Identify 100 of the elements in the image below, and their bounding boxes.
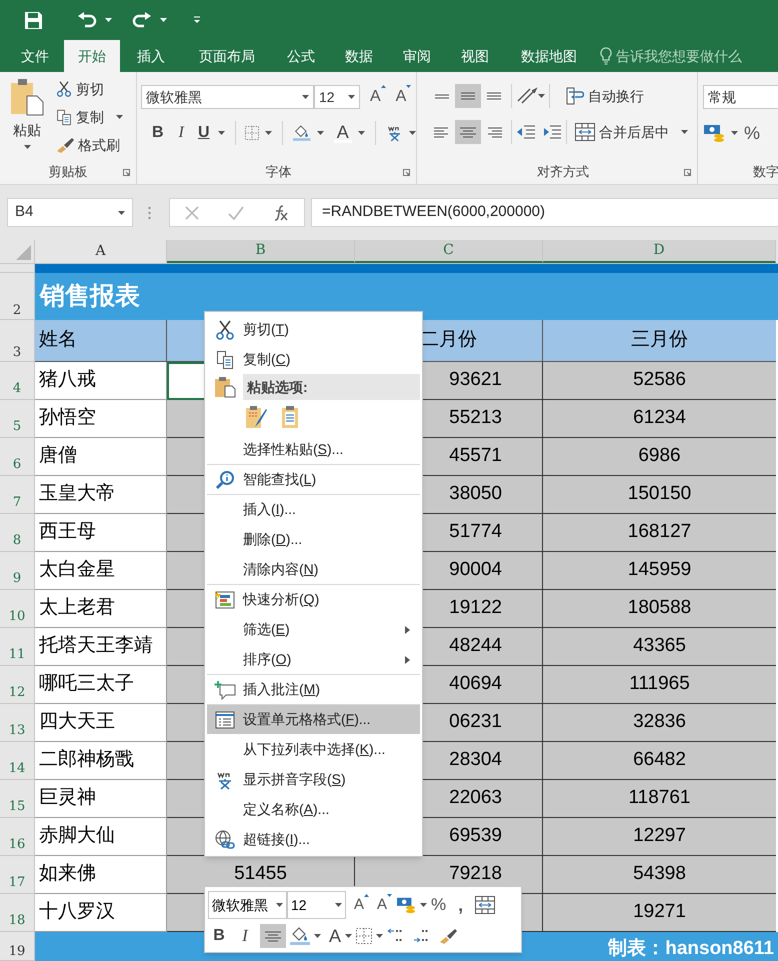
menu-item[interactable]: 智能查找(L) bbox=[207, 464, 420, 494]
italic-button[interactable]: I bbox=[172, 121, 190, 145]
decrease-font-size-button[interactable]: A bbox=[396, 85, 412, 109]
ribbon-tab[interactable]: 数据地图 bbox=[504, 40, 594, 72]
dropdown-caret-icon[interactable] bbox=[731, 131, 738, 135]
dialog-launcher-icon[interactable] bbox=[403, 169, 410, 176]
insert-function-icon[interactable] bbox=[273, 204, 290, 220]
row-header[interactable]: 6 bbox=[0, 438, 35, 476]
dropdown-caret-icon[interactable] bbox=[265, 131, 272, 135]
fill-color-icon[interactable] bbox=[290, 927, 310, 945]
text-orientation-icon[interactable] bbox=[516, 87, 538, 105]
ribbon-tab[interactable]: 数据 bbox=[330, 40, 388, 72]
row-header[interactable]: 2 bbox=[0, 273, 35, 320]
row-header[interactable]: 10 bbox=[0, 590, 35, 628]
increase-indent-icon[interactable] bbox=[542, 124, 562, 140]
bold-button[interactable]: B bbox=[149, 121, 166, 145]
redo-icon[interactable] bbox=[132, 12, 152, 28]
dropdown-caret-icon[interactable] bbox=[345, 934, 352, 938]
row-header[interactable]: 15 bbox=[0, 780, 35, 818]
number-format-dropdown[interactable]: 常规 bbox=[703, 85, 778, 109]
row-header[interactable]: 5 bbox=[0, 400, 35, 438]
percent-style-button[interactable]: % bbox=[431, 892, 446, 918]
fill-color-icon[interactable] bbox=[293, 124, 311, 142]
paste-values-icon[interactable] bbox=[281, 405, 299, 429]
paste-button[interactable]: 粘贴 bbox=[0, 78, 50, 160]
row-header[interactable]: 8 bbox=[0, 514, 35, 552]
row-header[interactable]: 18 bbox=[0, 894, 35, 932]
dropdown-caret-icon[interactable] bbox=[314, 934, 321, 938]
font-name-dropdown[interactable]: 微软雅黑 bbox=[141, 85, 314, 109]
font-color-button[interactable]: A bbox=[334, 124, 352, 142]
accounting-format-icon[interactable] bbox=[703, 123, 725, 143]
row-header[interactable]: 9 bbox=[0, 552, 35, 590]
dropdown-caret-icon[interactable] bbox=[348, 95, 355, 99]
dropdown-caret-icon[interactable] bbox=[358, 131, 365, 135]
cut-button[interactable]: 剪切 bbox=[56, 78, 123, 100]
increase-font-size-button[interactable]: A bbox=[354, 894, 370, 916]
ribbon-tab[interactable]: 公式 bbox=[272, 40, 330, 72]
formula-input[interactable]: =RANDBETWEEN(6000,200000) bbox=[311, 198, 778, 227]
center-button[interactable] bbox=[260, 924, 286, 948]
ribbon-tab[interactable]: 开始 bbox=[64, 40, 120, 72]
accounting-format-icon[interactable] bbox=[396, 896, 416, 914]
row-header[interactable]: 19 bbox=[0, 932, 35, 961]
dropdown-caret-icon[interactable] bbox=[376, 934, 384, 938]
dropdown-caret-icon[interactable] bbox=[681, 130, 688, 134]
menu-item[interactable]: 快速分析(Q) bbox=[207, 584, 420, 614]
dropdown-caret-icon[interactable] bbox=[302, 95, 309, 99]
font-size-dropdown[interactable]: 12 bbox=[287, 891, 346, 919]
dialog-launcher-icon[interactable] bbox=[123, 169, 130, 176]
menu-item[interactable]: 插入(I)... bbox=[207, 494, 420, 524]
dropdown-caret-icon[interactable] bbox=[218, 131, 225, 135]
row-header[interactable]: 12 bbox=[0, 666, 35, 704]
row-header[interactable]: 17 bbox=[0, 856, 35, 894]
row-header[interactable]: 13 bbox=[0, 704, 35, 742]
column-header[interactable]: D bbox=[543, 240, 776, 263]
borders-icon[interactable] bbox=[245, 125, 260, 141]
paintbrush-icon[interactable] bbox=[439, 928, 458, 944]
wrap-text-button[interactable]: 自动换行 bbox=[566, 86, 644, 106]
dropdown-caret-icon[interactable] bbox=[276, 903, 283, 907]
decrease-indent-icon[interactable] bbox=[516, 124, 536, 140]
paste-formatting-icon[interactable] bbox=[245, 405, 267, 429]
ribbon-tab[interactable]: 视图 bbox=[446, 40, 504, 72]
row-header[interactable]: 16 bbox=[0, 818, 35, 856]
tell-me-search[interactable]: 告诉我您想要做什么 bbox=[616, 46, 742, 66]
ribbon-tab[interactable]: 文件 bbox=[6, 40, 64, 72]
borders-icon[interactable] bbox=[356, 928, 372, 944]
check-icon[interactable] bbox=[228, 206, 244, 220]
percent-style-button[interactable]: % bbox=[744, 120, 760, 146]
merge-center-button[interactable]: 合并后居中 bbox=[575, 122, 688, 142]
dropdown-caret-icon[interactable] bbox=[24, 145, 30, 149]
bold-button[interactable]: B bbox=[208, 924, 230, 948]
column-header[interactable]: B bbox=[167, 240, 355, 263]
customize-toolbar-icon[interactable] bbox=[193, 16, 201, 24]
font-name-dropdown[interactable]: 微软雅黑 bbox=[208, 891, 287, 919]
name-box[interactable]: B4 bbox=[7, 198, 133, 227]
row-header[interactable]: 4 bbox=[0, 362, 35, 400]
dropdown-caret-icon[interactable] bbox=[409, 131, 416, 135]
save-icon[interactable] bbox=[25, 12, 42, 28]
ribbon-tab[interactable]: 审阅 bbox=[388, 40, 446, 72]
dropdown-caret-icon[interactable] bbox=[335, 903, 342, 907]
dropdown-caret-icon[interactable] bbox=[118, 210, 125, 214]
font-size-dropdown[interactable]: 12 bbox=[314, 85, 360, 109]
underline-button[interactable]: U bbox=[196, 121, 212, 145]
format-painter-button[interactable]: 格式刷 bbox=[56, 134, 123, 156]
middle-align-button[interactable] bbox=[455, 84, 481, 108]
undo-icon[interactable] bbox=[77, 12, 97, 28]
dropdown-caret-icon[interactable] bbox=[160, 18, 167, 22]
menu-item[interactable]: 设置单元格格式(F)... bbox=[207, 704, 420, 734]
copy-button[interactable]: 复制 bbox=[56, 106, 123, 128]
ribbon-tab[interactable]: 插入 bbox=[120, 40, 182, 72]
row-header[interactable]: 3 bbox=[0, 320, 35, 362]
center-button[interactable] bbox=[455, 120, 481, 144]
dropdown-caret-icon[interactable] bbox=[420, 903, 428, 907]
dropdown-caret-icon[interactable] bbox=[538, 94, 545, 98]
row-header[interactable]: 7 bbox=[0, 476, 35, 514]
comma-style-button[interactable]: , bbox=[458, 892, 464, 918]
column-header[interactable]: C bbox=[355, 240, 543, 263]
dropdown-caret-icon[interactable] bbox=[105, 18, 112, 22]
decrease-font-size-button[interactable]: A bbox=[377, 894, 392, 916]
merge-cells-icon[interactable] bbox=[475, 896, 496, 914]
italic-button[interactable]: I bbox=[234, 923, 256, 949]
